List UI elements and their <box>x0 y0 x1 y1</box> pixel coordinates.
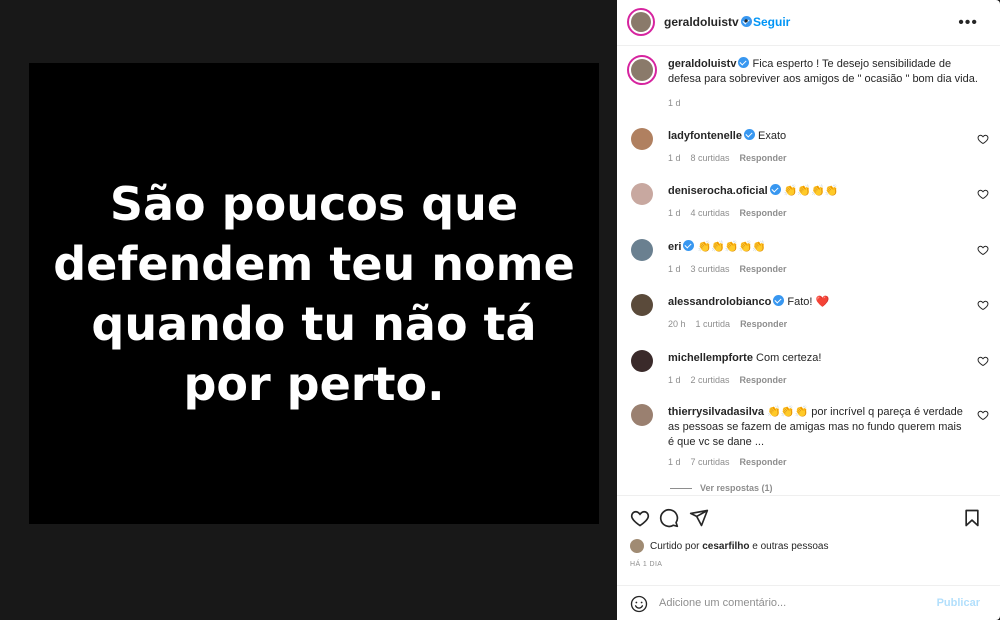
comment-avatar[interactable] <box>631 128 653 150</box>
comment-meta: 1 d 3 curtidas Responder <box>668 264 797 274</box>
comment-avatar[interactable] <box>631 239 653 261</box>
comment-item: alessandrolobianco Fato! ❤️ 20 h 1 curtid… <box>627 294 989 336</box>
follow-button[interactable]: Seguir <box>753 15 790 29</box>
bookmark-icon[interactable] <box>962 508 982 528</box>
comment-likes[interactable]: 1 curtida <box>696 319 731 329</box>
comment-likes[interactable]: 8 curtidas <box>691 153 730 163</box>
heart-icon[interactable] <box>977 188 989 200</box>
comment-username[interactable]: thierrysilvadasilva <box>668 406 764 418</box>
caption-username[interactable]: geraldoluistv <box>668 58 736 70</box>
comment-avatar[interactable] <box>631 183 653 205</box>
comment-body: Exato <box>758 130 787 142</box>
verified-icon <box>683 240 695 251</box>
comment-item: eri 👏👏👏👏👏 1 d 3 curtidas Responder <box>627 239 989 281</box>
comment-meta: 1 d 8 curtidas Responder <box>668 153 797 163</box>
comment-meta: 1 d 7 curtidas Responder <box>668 457 797 467</box>
liked-by-others[interactable]: e outras pessoas <box>752 541 828 552</box>
comment-body: Fato! ❤️ <box>787 296 830 308</box>
caption-time: 1 d <box>668 98 681 108</box>
verified-icon <box>769 184 781 195</box>
like-heart-icon[interactable] <box>630 508 650 528</box>
liked-by: Curtido por cesarfilho e outras pessoas <box>630 539 828 553</box>
comment-time: 1 d <box>668 264 681 274</box>
comment-item: thierrysilvadasilva 👏👏👏 por incrível q p… <box>627 404 989 474</box>
reply-button[interactable]: Responder <box>740 375 787 385</box>
reply-button[interactable]: Responder <box>740 208 787 218</box>
comment-time: 1 d <box>668 457 681 467</box>
comment-likes[interactable]: 4 curtidas <box>691 208 730 218</box>
comment-avatar[interactable] <box>631 294 653 316</box>
comment-input[interactable] <box>659 593 929 613</box>
comment-item: michellempforte Com certeza! 1 d 2 curtid… <box>627 350 989 392</box>
comment-username[interactable]: michellempforte <box>668 352 753 364</box>
comment-body: 👏👏👏👏👏 <box>697 241 767 253</box>
add-comment-bar: Publicar <box>617 585 1000 620</box>
comment-time: 1 d <box>668 375 681 385</box>
comment-meta: 1 d 2 curtidas Responder <box>668 375 797 385</box>
caption-text: geraldoluistv Fica esperto ! Te desejo s… <box>668 57 986 87</box>
comment-meta: 20 h 1 curtida Responder <box>668 319 797 329</box>
comment-time: 1 d <box>668 208 681 218</box>
comment-item: ladyfontenelle Exato 1 d 8 curtidas Respon… <box>627 128 989 170</box>
comment-bubble-icon[interactable] <box>659 508 679 528</box>
reply-button[interactable]: Responder <box>740 264 787 274</box>
comment-avatar[interactable] <box>631 350 653 372</box>
post-actions: Curtido por cesarfilho e outras pessoas … <box>617 495 1000 585</box>
view-replies-label: Ver respostas (1) <box>700 483 773 493</box>
reply-button[interactable]: Responder <box>740 319 787 329</box>
comment-item: deniserocha.oficial 👏👏👏👏 1 d 4 curtidas Re… <box>627 183 989 225</box>
comment-time: 1 d <box>668 153 681 163</box>
caption-avatar[interactable] <box>627 55 657 85</box>
reply-button[interactable]: Responder <box>740 457 787 467</box>
liked-by-avatar[interactable] <box>630 539 644 553</box>
author-username[interactable]: geraldoluistv <box>664 15 752 29</box>
emoji-icon[interactable] <box>630 595 648 613</box>
more-options-icon[interactable]: ••• <box>958 14 978 32</box>
heart-icon[interactable] <box>977 299 989 311</box>
comment-username[interactable]: alessandrolobianco <box>668 296 771 308</box>
liked-by-user[interactable]: cesarfilho <box>702 541 749 552</box>
comment-text: deniserocha.oficial 👏👏👏👏 <box>668 184 968 199</box>
comment-text: eri 👏👏👏👏👏 <box>668 240 968 255</box>
share-paper-plane-icon[interactable] <box>689 508 709 528</box>
comment-username[interactable]: deniserocha.oficial <box>668 185 768 197</box>
liked-by-prefix: Curtido por <box>650 540 700 552</box>
comment-likes[interactable]: 3 curtidas <box>691 264 730 274</box>
reply-button[interactable]: Responder <box>740 153 787 163</box>
comment-text: thierrysilvadasilva 👏👏👏 por incrível q p… <box>668 405 968 450</box>
comment-meta: 1 d 4 curtidas Responder <box>668 208 797 218</box>
heart-icon[interactable] <box>977 355 989 367</box>
comment-body: 👏👏👏👏 <box>783 185 839 197</box>
replies-divider <box>670 487 692 489</box>
verified-icon <box>738 57 750 68</box>
verified-icon <box>773 295 785 306</box>
post-side-panel: geraldoluistv • Seguir ••• geraldoluistv… <box>617 0 1000 620</box>
heart-icon[interactable] <box>977 133 989 145</box>
comment-avatar[interactable] <box>631 404 653 426</box>
comment-username[interactable]: eri <box>668 241 681 253</box>
comment-likes[interactable]: 2 curtidas <box>691 375 730 385</box>
comment-body: Com certeza! <box>756 352 822 364</box>
comment-text: ladyfontenelle Exato <box>668 129 968 144</box>
post-header: geraldoluistv • Seguir ••• <box>617 0 1000 46</box>
heart-icon[interactable] <box>977 244 989 256</box>
comment-username[interactable]: ladyfontenelle <box>668 130 742 142</box>
post-image-text: São poucos que defendem teu nome quando … <box>53 176 575 411</box>
verified-icon <box>743 129 755 140</box>
publish-button[interactable]: Publicar <box>937 597 980 609</box>
author-avatar[interactable] <box>627 8 655 36</box>
comment-time: 20 h <box>668 319 686 329</box>
view-replies-button[interactable]: Ver respostas (1) <box>670 483 773 493</box>
header-separator: • <box>744 14 749 28</box>
post-timestamp[interactable]: HÁ 1 DIA <box>630 561 662 568</box>
comment-likes[interactable]: 7 curtidas <box>691 457 730 467</box>
post-image[interactable]: São poucos que defendem teu nome quando … <box>29 63 599 524</box>
comment-text: michellempforte Com certeza! <box>668 351 968 366</box>
heart-icon[interactable] <box>977 409 989 421</box>
comment-text: alessandrolobianco Fato! ❤️ <box>668 295 968 310</box>
